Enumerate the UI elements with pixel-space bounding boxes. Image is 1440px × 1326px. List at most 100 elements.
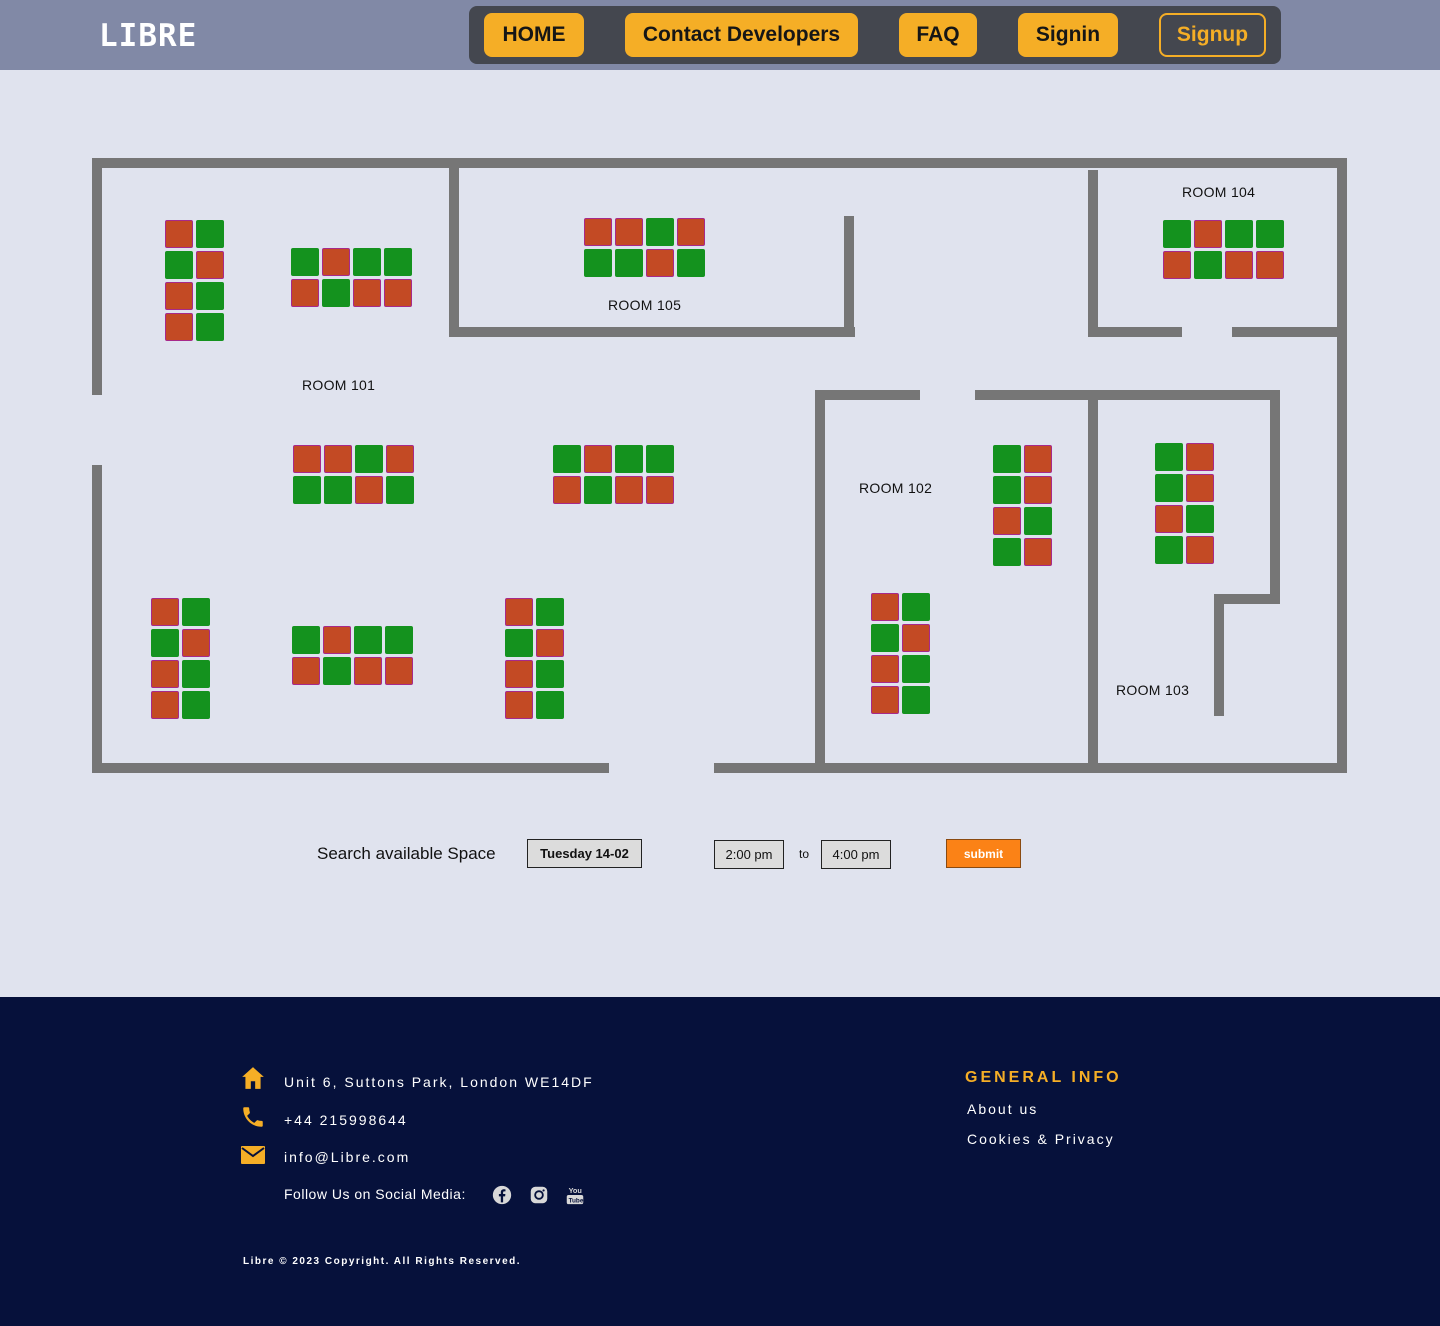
- seat-available[interactable]: [385, 626, 413, 654]
- seat-booked[interactable]: [505, 660, 533, 688]
- seat-available[interactable]: [1155, 474, 1183, 502]
- seat-available[interactable]: [902, 686, 930, 714]
- seat-available[interactable]: [1155, 536, 1183, 564]
- seat-booked[interactable]: [646, 249, 674, 277]
- seat-booked[interactable]: [324, 445, 352, 473]
- seat-booked[interactable]: [1024, 445, 1052, 473]
- seat-booked[interactable]: [1163, 251, 1191, 279]
- youtube-icon[interactable]: You Tube: [564, 1184, 586, 1206]
- seat-booked[interactable]: [384, 279, 412, 307]
- seat-booked[interactable]: [196, 251, 224, 279]
- seat-available[interactable]: [1225, 220, 1253, 248]
- seat-available[interactable]: [902, 655, 930, 683]
- seat-booked[interactable]: [584, 445, 612, 473]
- seat-available[interactable]: [993, 538, 1021, 566]
- seat-booked[interactable]: [292, 657, 320, 685]
- seat-booked[interactable]: [677, 218, 705, 246]
- seat-available[interactable]: [871, 624, 899, 652]
- seat-available[interactable]: [165, 251, 193, 279]
- cookies-privacy-link[interactable]: Cookies & Privacy: [967, 1131, 1115, 1147]
- seat-available[interactable]: [646, 445, 674, 473]
- seat-booked[interactable]: [615, 476, 643, 504]
- seat-available[interactable]: [1186, 505, 1214, 533]
- seat-available[interactable]: [324, 476, 352, 504]
- submit-button[interactable]: submit: [946, 839, 1021, 868]
- seat-available[interactable]: [196, 282, 224, 310]
- seat-booked[interactable]: [1186, 474, 1214, 502]
- start-time-field[interactable]: 2:00 pm: [714, 840, 784, 869]
- seat-available[interactable]: [615, 445, 643, 473]
- seat-available[interactable]: [151, 629, 179, 657]
- seat-booked[interactable]: [1194, 220, 1222, 248]
- seat-booked[interactable]: [505, 691, 533, 719]
- seat-booked[interactable]: [151, 691, 179, 719]
- seat-available[interactable]: [584, 476, 612, 504]
- seat-booked[interactable]: [165, 282, 193, 310]
- seat-booked[interactable]: [182, 629, 210, 657]
- seat-booked[interactable]: [151, 598, 179, 626]
- seat-available[interactable]: [993, 445, 1021, 473]
- end-time-field[interactable]: 4:00 pm: [821, 840, 891, 869]
- seat-booked[interactable]: [165, 220, 193, 248]
- seat-available[interactable]: [196, 220, 224, 248]
- seat-available[interactable]: [322, 279, 350, 307]
- facebook-icon[interactable]: [491, 1184, 513, 1206]
- seat-available[interactable]: [354, 626, 382, 654]
- seat-available[interactable]: [355, 445, 383, 473]
- nav-contact-developers-button[interactable]: Contact Developers: [625, 13, 858, 57]
- seat-available[interactable]: [182, 691, 210, 719]
- seat-available[interactable]: [353, 248, 381, 276]
- nav-home-button[interactable]: HOME: [484, 13, 584, 57]
- seat-available[interactable]: [291, 248, 319, 276]
- seat-booked[interactable]: [354, 657, 382, 685]
- about-us-link[interactable]: About us: [967, 1101, 1038, 1117]
- seat-available[interactable]: [677, 249, 705, 277]
- seat-booked[interactable]: [151, 660, 179, 688]
- seat-available[interactable]: [384, 248, 412, 276]
- seat-available[interactable]: [1163, 220, 1191, 248]
- seat-available[interactable]: [182, 660, 210, 688]
- seat-booked[interactable]: [165, 313, 193, 341]
- seat-booked[interactable]: [1186, 443, 1214, 471]
- seat-booked[interactable]: [553, 476, 581, 504]
- seat-booked[interactable]: [871, 686, 899, 714]
- seat-available[interactable]: [1155, 443, 1183, 471]
- nav-faq-button[interactable]: FAQ: [899, 13, 977, 57]
- nav-signup-button[interactable]: Signup: [1159, 13, 1266, 57]
- seat-available[interactable]: [196, 313, 224, 341]
- seat-booked[interactable]: [646, 476, 674, 504]
- seat-available[interactable]: [182, 598, 210, 626]
- seat-booked[interactable]: [293, 445, 321, 473]
- seat-available[interactable]: [615, 249, 643, 277]
- seat-booked[interactable]: [1155, 505, 1183, 533]
- seat-booked[interactable]: [1256, 251, 1284, 279]
- seat-booked[interactable]: [993, 507, 1021, 535]
- seat-booked[interactable]: [871, 655, 899, 683]
- seat-booked[interactable]: [505, 598, 533, 626]
- seat-available[interactable]: [505, 629, 533, 657]
- seat-booked[interactable]: [584, 218, 612, 246]
- seat-available[interactable]: [292, 626, 320, 654]
- seat-booked[interactable]: [536, 629, 564, 657]
- seat-booked[interactable]: [1225, 251, 1253, 279]
- seat-available[interactable]: [584, 249, 612, 277]
- seat-booked[interactable]: [386, 445, 414, 473]
- seat-available[interactable]: [536, 598, 564, 626]
- seat-available[interactable]: [553, 445, 581, 473]
- seat-booked[interactable]: [355, 476, 383, 504]
- seat-booked[interactable]: [1024, 538, 1052, 566]
- seat-booked[interactable]: [871, 593, 899, 621]
- seat-booked[interactable]: [615, 218, 643, 246]
- instagram-icon[interactable]: [528, 1184, 550, 1206]
- seat-booked[interactable]: [1024, 476, 1052, 504]
- seat-available[interactable]: [1024, 507, 1052, 535]
- seat-available[interactable]: [293, 476, 321, 504]
- seat-available[interactable]: [536, 660, 564, 688]
- seat-booked[interactable]: [902, 624, 930, 652]
- seat-booked[interactable]: [291, 279, 319, 307]
- seat-available[interactable]: [536, 691, 564, 719]
- date-field[interactable]: Tuesday 14-02: [527, 839, 642, 868]
- seat-booked[interactable]: [385, 657, 413, 685]
- seat-booked[interactable]: [1186, 536, 1214, 564]
- seat-available[interactable]: [1256, 220, 1284, 248]
